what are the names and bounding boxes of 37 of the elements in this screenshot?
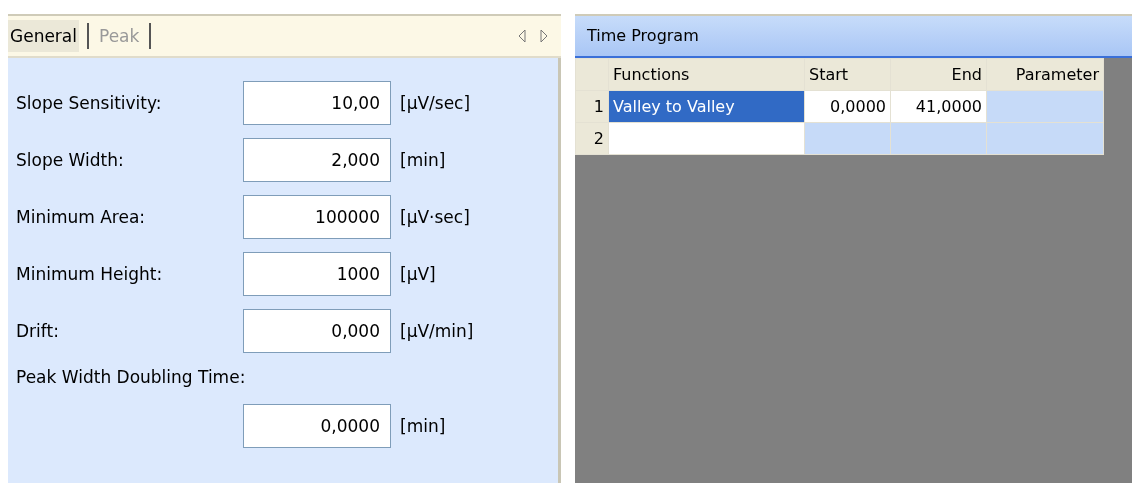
field-label: Minimum Height: [16, 263, 164, 284]
corner-cell [575, 58, 609, 91]
field-label: Drift: [16, 320, 60, 341]
column-header[interactable]: Parameter [986, 58, 1104, 91]
unit-label: [µV·sec] [400, 206, 470, 227]
unit-label: [µV/sec] [400, 92, 471, 113]
panel-title: Time Program [575, 16, 1132, 58]
table-cell[interactable] [804, 122, 891, 155]
table-cell[interactable]: Valley to Valley [608, 90, 805, 123]
column-header[interactable]: Start [804, 58, 891, 91]
unit-label: [min] [400, 149, 446, 170]
field-label: Slope Sensitivity: [16, 92, 163, 113]
field-label: Slope Width: [16, 149, 125, 170]
table-cell[interactable] [608, 122, 805, 155]
unit-label: [min] [400, 415, 446, 436]
left-arrow-icon[interactable] [517, 29, 527, 43]
table-cell[interactable] [986, 90, 1104, 123]
input-field[interactable]: 10,00 [243, 80, 391, 125]
input-field[interactable]: 1000 [243, 251, 391, 296]
field-label: Minimum Area: [16, 206, 147, 227]
table-cell[interactable] [890, 122, 987, 155]
input-field[interactable]: 100000 [243, 194, 391, 239]
column-header[interactable]: End [890, 58, 987, 91]
row-header[interactable]: 1 [575, 90, 609, 123]
column-header[interactable]: Functions [608, 58, 805, 91]
table-cell[interactable]: 0,0000 [804, 90, 891, 123]
row-header[interactable]: 2 [575, 122, 609, 155]
table-cell[interactable] [986, 122, 1104, 155]
input-field[interactable]: 0,000 [243, 308, 391, 353]
right-arrow-icon[interactable] [539, 29, 549, 43]
input-field[interactable]: 0,0000 [243, 403, 391, 448]
table-cell[interactable]: 41,0000 [890, 90, 987, 123]
field-label: Peak Width Doubling Time: [16, 367, 247, 389]
tab[interactable]: General [8, 20, 79, 52]
unit-label: [µV] [400, 263, 436, 284]
input-field[interactable]: 2,000 [243, 137, 391, 182]
unit-label: [µV/min] [400, 320, 474, 341]
